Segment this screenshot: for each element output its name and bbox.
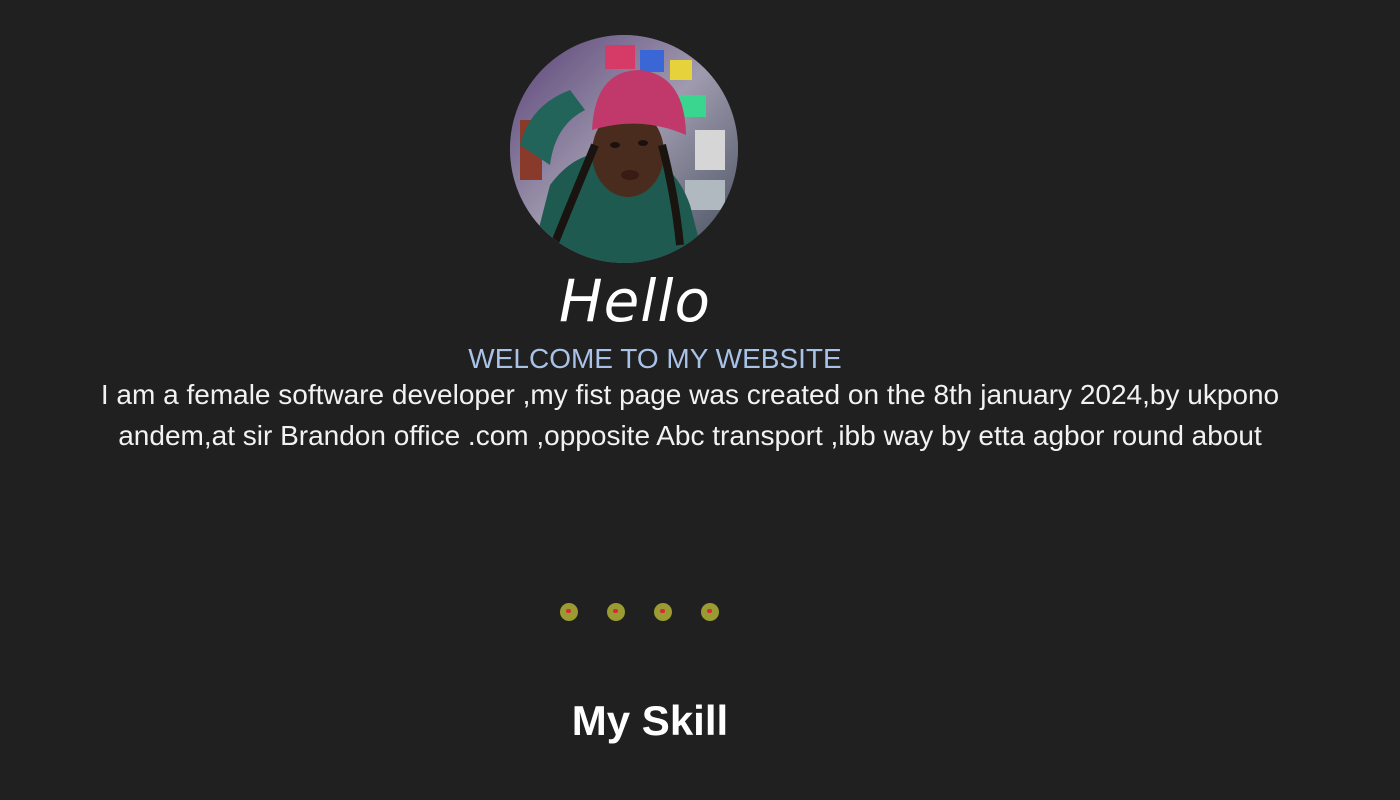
skills-heading: My Skill (571, 697, 729, 744)
dot-icon (607, 603, 625, 621)
dot-icon (654, 603, 672, 621)
welcome-subtitle: WELCOME TO MY WEBSITE (468, 343, 842, 374)
profile-photo-icon (510, 35, 738, 263)
profile-avatar (510, 35, 738, 263)
dot-icon (560, 603, 578, 621)
intro-paragraph: I am a female software developer ,my fis… (100, 379, 1280, 451)
dot-icon (701, 603, 719, 621)
decorative-dots (560, 603, 719, 623)
greeting-heading: Hello (558, 267, 711, 335)
